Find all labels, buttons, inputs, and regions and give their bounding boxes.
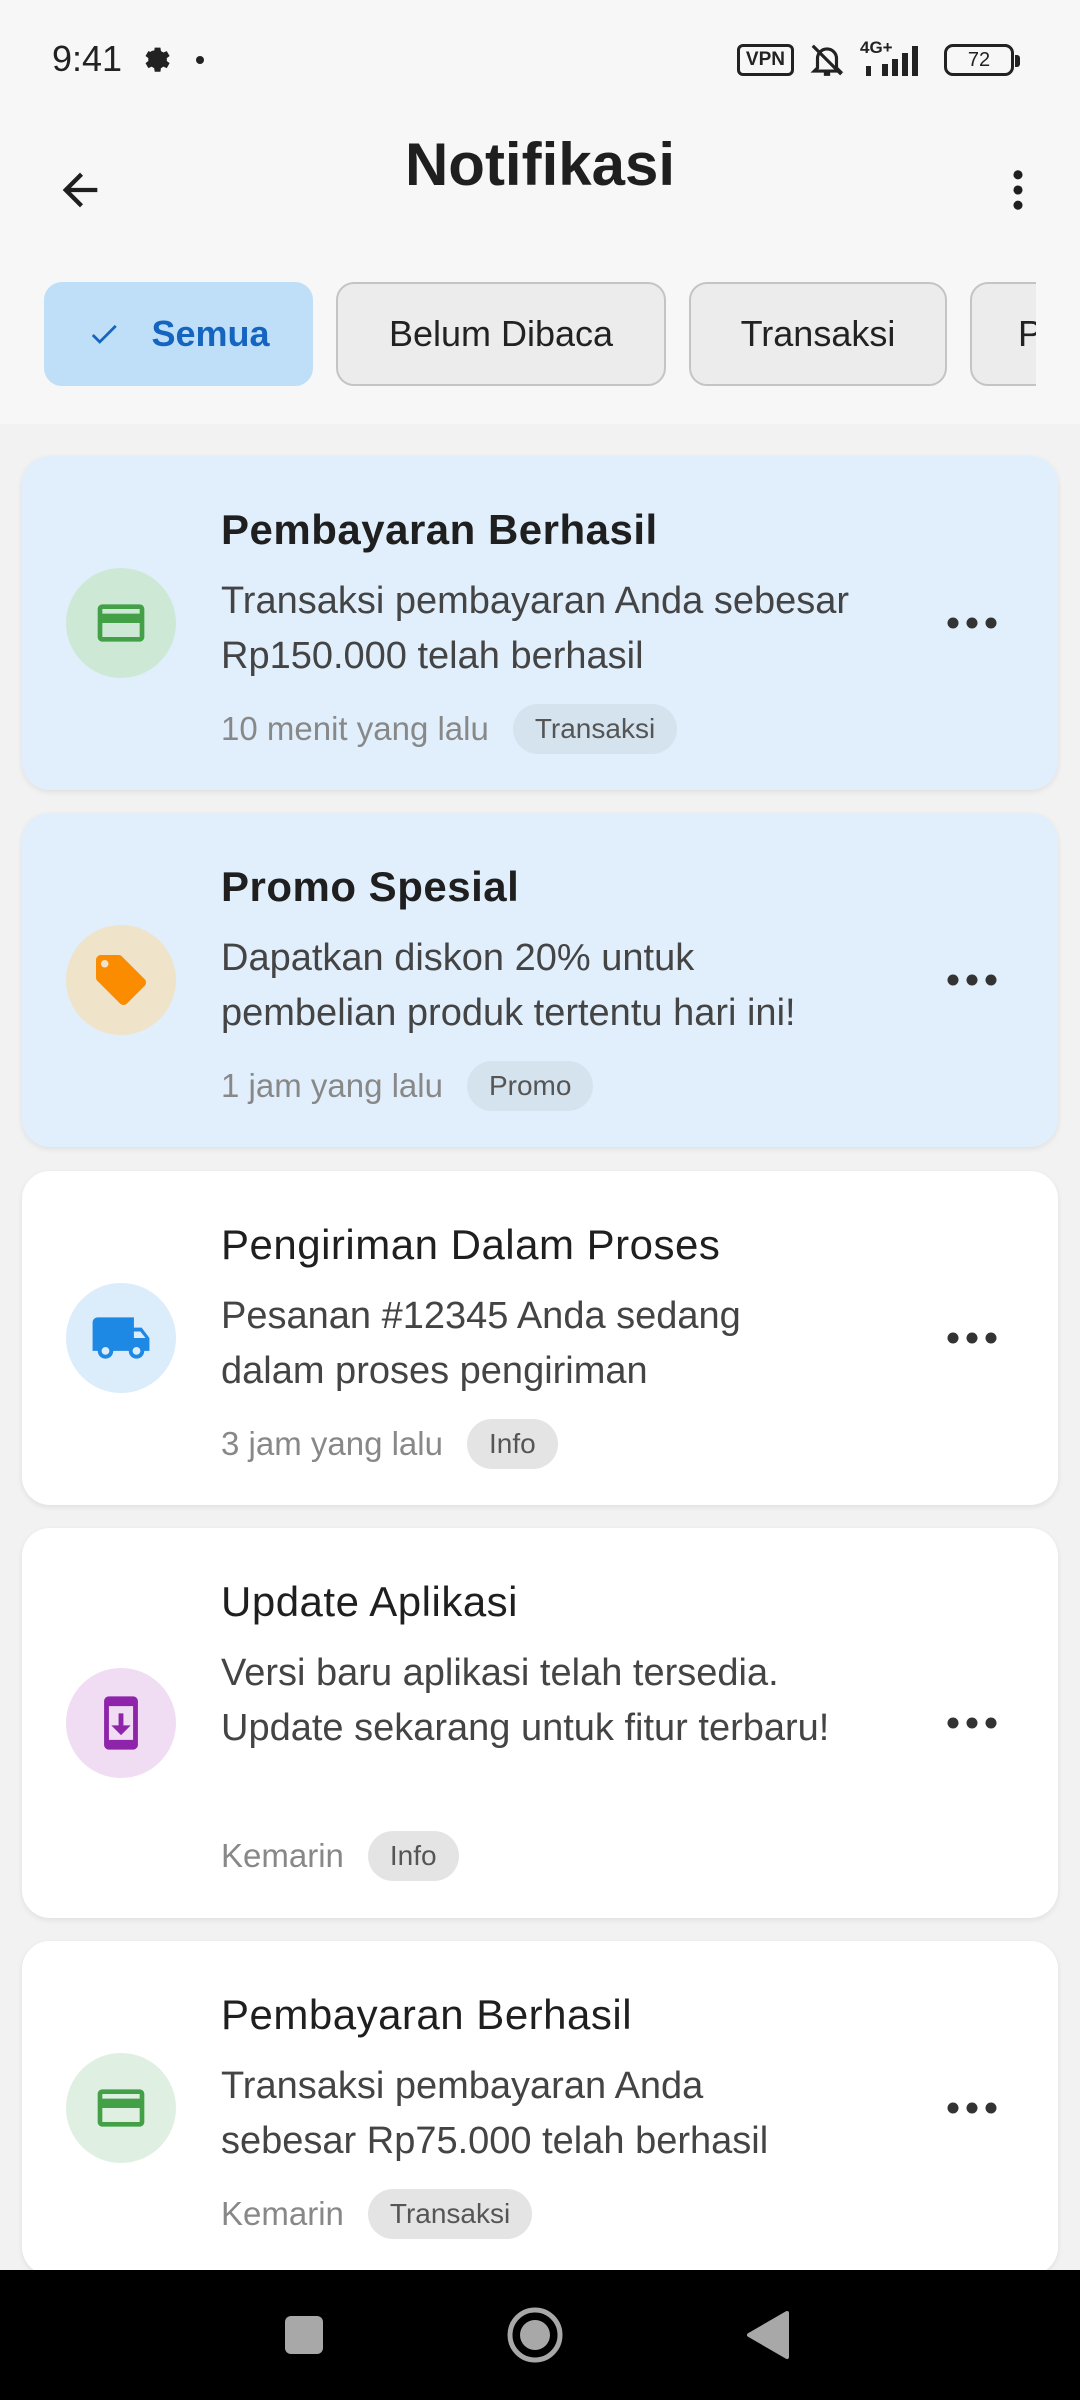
notification-meta: Kemarin Transaksi (221, 2189, 533, 2239)
notification-message: Transaksi pembayaran Anda sebesar Rp150.… (221, 580, 850, 677)
notification-card[interactable]: Promo Spesial Dapatkan diskon 20% untuk … (22, 813, 1058, 1147)
system-navigation-bar (0, 2270, 1080, 2400)
notification-title: Pembayaran Berhasil (221, 506, 658, 553)
notification-time: 10 menit yang lalu (221, 710, 489, 747)
notification-card[interactable]: Update Aplikasi Versi baru aplikasi tela… (22, 1528, 1058, 1918)
filter-chip-belum-dibaca[interactable]: Belum Dibaca (336, 282, 666, 386)
filter-chip-semua[interactable]: Semua (44, 282, 313, 386)
square-icon (285, 2316, 323, 2354)
status-time: 9:41 (52, 38, 123, 79)
notification-tag: Transaksi (512, 704, 678, 754)
page-title: Notifikasi (404, 131, 676, 198)
notification-menu-button[interactable] (942, 2078, 1002, 2138)
home-button[interactable] (495, 2300, 575, 2370)
notification-time: 1 jam yang lalu (221, 1067, 443, 1104)
notification-meta: 1 jam yang lalu Promo (221, 1061, 594, 1111)
notification-dot-icon (196, 56, 204, 64)
nav-back-button[interactable] (728, 2300, 808, 2370)
notification-title: Update Aplikasi (221, 1578, 519, 1625)
notification-title: Pembayaran Berhasil (221, 1991, 633, 2038)
notification-icon-circle (66, 1668, 176, 1778)
status-bar: 9:41 VPN 4G+ 72 (0, 0, 1080, 120)
notification-menu-button[interactable] (942, 1693, 1002, 1753)
credit-card-icon (97, 2089, 145, 2127)
system-update-icon (104, 1696, 138, 1750)
more-horiz-icon (947, 1332, 997, 1344)
notification-tag: Transaksi (367, 2189, 533, 2239)
more-horiz-icon (947, 2102, 997, 2114)
notification-icon-circle (66, 568, 176, 678)
truck-icon (92, 1317, 150, 1359)
notification-message: Dapatkan diskon 20% untuk pembelian prod… (221, 937, 796, 1034)
filter-chips-bar: Semua Belum Dibaca Transaksi Promo (0, 260, 1080, 424)
more-horiz-icon (947, 1717, 997, 1729)
notification-tag: Info (466, 1419, 558, 1469)
signal-indicator: 4G+ (860, 38, 930, 78)
notification-card[interactable]: Pembayaran Berhasil Transaksi pembayaran… (22, 456, 1058, 790)
notification-time: Kemarin (221, 1837, 344, 1874)
recent-apps-button[interactable] (264, 2300, 344, 2370)
filter-chip-transaksi[interactable]: Transaksi (689, 282, 947, 386)
notification-title: Pengiriman Dalam Proses (221, 1221, 721, 1268)
notification-icon-circle (66, 1283, 176, 1393)
notification-menu-button[interactable] (942, 950, 1002, 1010)
vpn-badge: VPN (736, 44, 794, 76)
notification-title: Promo Spesial (221, 863, 520, 910)
more-horiz-icon (947, 974, 997, 986)
notification-list: Pembayaran Berhasil Transaksi pembayaran… (0, 424, 1080, 2270)
notification-tag: Promo (466, 1061, 594, 1111)
filter-chip-label: Transaksi (740, 313, 896, 354)
filter-chip-label: Belum Dibaca (388, 313, 614, 354)
status-icons: VPN 4G+ 72 (736, 38, 1020, 80)
notification-message: Transaksi pembayaran Anda sebesar Rp75.0… (221, 2065, 769, 2162)
filter-chip-label: Promo (1018, 313, 1036, 354)
notification-time: Kemarin (221, 2195, 344, 2232)
notification-card[interactable]: Pengiriman Dalam Proses Pesanan #12345 A… (22, 1171, 1058, 1505)
home-circle-icon (507, 2307, 563, 2363)
notification-icon-circle (66, 2053, 176, 2163)
notification-message: Pesanan #12345 Anda sedang dalam proses … (221, 1295, 741, 1392)
notification-meta: 10 menit yang lalu Transaksi (221, 704, 678, 754)
notification-time: 3 jam yang lalu (221, 1425, 443, 1462)
check-icon (92, 324, 118, 344)
filter-chip-promo[interactable]: Promo (970, 282, 1036, 386)
notification-menu-button[interactable] (942, 593, 1002, 653)
notification-card[interactable]: Pembayaran Berhasil Transaksi pembayaran… (22, 1941, 1058, 2270)
notification-tag: Info (367, 1831, 459, 1881)
filter-chip-label: Semua (151, 313, 270, 354)
credit-card-icon (97, 604, 145, 642)
notification-meta: Kemarin Info (221, 1831, 459, 1881)
battery-indicator: 72 (944, 44, 1020, 76)
more-horiz-icon (947, 617, 997, 629)
settings-gear-icon (145, 47, 170, 72)
signal-bars-icon (866, 46, 918, 76)
notification-icon-circle (66, 925, 176, 1035)
notification-message: Versi baru aplikasi telah tersedia. Upda… (221, 1652, 830, 1749)
notification-meta: 3 jam yang lalu Info (221, 1419, 558, 1469)
mute-bell-icon (810, 44, 844, 76)
notification-menu-button[interactable] (942, 1308, 1002, 1368)
triangle-back-icon (747, 2311, 789, 2359)
tag-icon (96, 955, 146, 1005)
